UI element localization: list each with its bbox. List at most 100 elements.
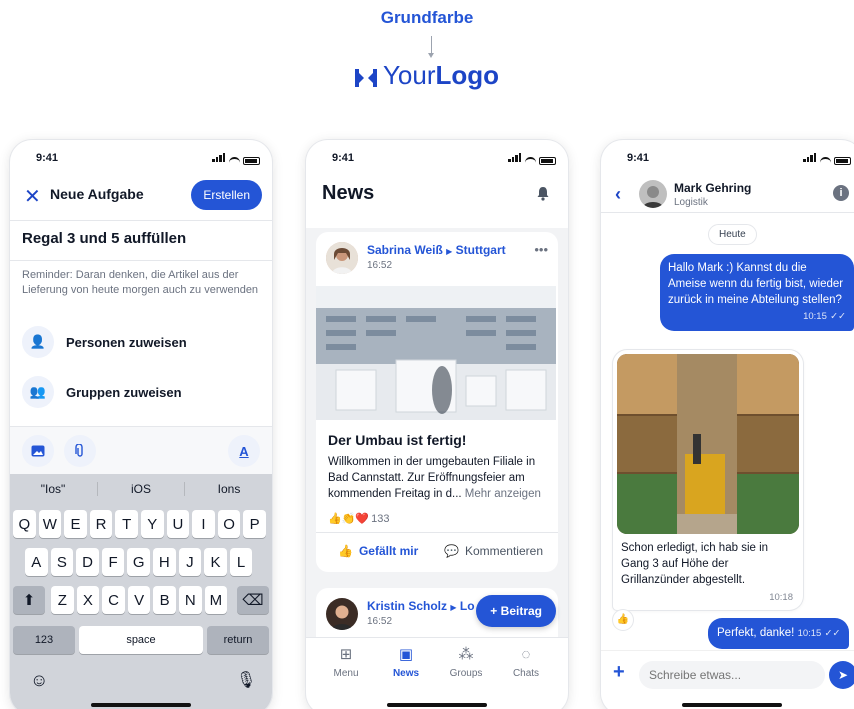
- key-w[interactable]: W: [38, 510, 62, 538]
- post-author[interactable]: Kristin Scholz ▶ Lo: [367, 599, 475, 613]
- home-indicator: [682, 703, 782, 707]
- key-u[interactable]: U: [166, 510, 190, 538]
- signal-icon: [508, 153, 522, 165]
- space-key[interactable]: space: [79, 626, 203, 654]
- key-p[interactable]: P: [243, 510, 266, 538]
- tab-menu[interactable]: ⊞ Menu: [316, 646, 376, 679]
- key-d[interactable]: D: [76, 548, 99, 576]
- groups-icon: ⁂: [458, 646, 474, 663]
- key-z[interactable]: Z: [51, 586, 74, 614]
- home-indicator: [91, 703, 191, 707]
- key-o[interactable]: O: [217, 510, 241, 538]
- message-incoming[interactable]: Schon erledigt, ich hab sie in Gang 3 au…: [613, 350, 803, 610]
- reaction-thumbs-up-icon[interactable]: 👍: [613, 610, 633, 630]
- message-image[interactable]: [617, 354, 799, 534]
- text-format-icon[interactable]: A: [228, 435, 260, 467]
- avatar[interactable]: [326, 598, 358, 630]
- key-f[interactable]: F: [101, 548, 125, 576]
- thumbs-up-icon: 👍: [338, 544, 353, 558]
- post-title: Der Umbau ist fertig!: [328, 432, 467, 448]
- key-x[interactable]: X: [76, 586, 100, 614]
- key-a[interactable]: A: [25, 548, 48, 576]
- assign-people-button[interactable]: 👤 Personen zuweisen: [22, 326, 187, 358]
- attachment-icon[interactable]: [64, 435, 96, 467]
- tab-label: Menu: [333, 668, 359, 679]
- post-location: Lo: [459, 599, 475, 613]
- logo-mark-icon: [354, 63, 377, 94]
- suggestion[interactable]: Ions: [186, 482, 272, 496]
- tab-label: Groups: [449, 668, 483, 679]
- info-icon[interactable]: i: [833, 185, 849, 201]
- page-title: Neue Aufgabe: [50, 186, 144, 202]
- header-title: Grundfarbe: [380, 8, 474, 27]
- divider: [184, 482, 185, 496]
- show-more-link[interactable]: Mehr anzeigen: [465, 488, 541, 500]
- assign-groups-button[interactable]: 👥 Gruppen zuweisen: [22, 376, 182, 408]
- status-bar: 9:41: [601, 150, 854, 170]
- message-outgoing[interactable]: Hallo Mark :) Kannst du die Ameise wenn …: [660, 254, 854, 331]
- key-j[interactable]: J: [178, 548, 202, 576]
- plus-icon[interactable]: +: [613, 661, 625, 684]
- key-l[interactable]: L: [229, 548, 253, 576]
- status-icons: [508, 153, 556, 165]
- key-n[interactable]: N: [179, 586, 202, 614]
- add-person-icon: 👤: [22, 326, 54, 358]
- divider: [10, 220, 272, 221]
- news-post-card[interactable]: Sabrina Weiß ▶ Stuttgart 16:52 ••• Der U…: [316, 232, 558, 572]
- bell-icon[interactable]: [536, 186, 550, 201]
- tab-news[interactable]: ▣ News: [376, 646, 436, 679]
- read-checkmark-icon: ✓✓: [824, 628, 841, 639]
- like-button[interactable]: 👍 Gefällt mir: [338, 544, 418, 558]
- news-phone: 9:41 News Sabrina Weiß ▶ Stuttgart 16:52…: [306, 140, 568, 709]
- close-icon[interactable]: ✕: [24, 184, 41, 209]
- wifi-icon: [525, 157, 536, 165]
- key-b[interactable]: B: [153, 586, 176, 614]
- key-e[interactable]: E: [64, 510, 87, 538]
- key-g[interactable]: G: [127, 548, 150, 576]
- comment-button[interactable]: 💬 Kommentieren: [444, 544, 543, 558]
- wifi-icon: [229, 157, 240, 165]
- send-icon[interactable]: ➤: [829, 661, 854, 689]
- create-button[interactable]: Erstellen: [191, 180, 262, 210]
- key-m[interactable]: M: [204, 586, 228, 614]
- microphone-icon[interactable]: 🎙: [236, 670, 256, 690]
- home-indicator: [387, 703, 487, 707]
- suggestion[interactable]: iOS: [98, 482, 184, 496]
- tab-chats[interactable]: ◌ Chats: [496, 646, 556, 679]
- image-icon[interactable]: [22, 435, 54, 467]
- key-q[interactable]: Q: [13, 510, 36, 538]
- back-icon[interactable]: ‹: [615, 184, 621, 205]
- new-post-button[interactable]: + Beitrag: [476, 595, 556, 627]
- key-v[interactable]: V: [127, 586, 151, 614]
- emoji-icon[interactable]: ☺: [30, 670, 48, 691]
- post-image[interactable]: [316, 286, 556, 420]
- key-i[interactable]: I: [192, 510, 215, 538]
- key-t[interactable]: T: [115, 510, 138, 538]
- message-time: 10:15: [803, 311, 827, 322]
- message-input[interactable]: [639, 661, 825, 689]
- key-r[interactable]: R: [89, 510, 113, 538]
- avatar[interactable]: [639, 180, 667, 208]
- numbers-key[interactable]: 123: [13, 626, 75, 654]
- task-name[interactable]: Regal 3 und 5 auffüllen: [22, 230, 186, 247]
- key-h[interactable]: H: [153, 548, 176, 576]
- backspace-key[interactable]: ⌫: [237, 586, 269, 614]
- key-c[interactable]: C: [102, 586, 125, 614]
- reminder-text[interactable]: Reminder: Daran denken, die Artikel aus …: [22, 268, 262, 298]
- logo: YourLogo: [0, 60, 854, 94]
- tab-groups[interactable]: ⁂ Groups: [436, 646, 496, 679]
- shift-key[interactable]: ⬆: [13, 586, 45, 614]
- suggestion[interactable]: "Ios": [10, 482, 96, 496]
- avatar[interactable]: [326, 242, 358, 274]
- tab-label: News: [392, 668, 420, 679]
- post-author[interactable]: Sabrina Weiß ▶ Stuttgart: [367, 243, 506, 257]
- post-time: 16:52: [367, 260, 393, 271]
- return-key[interactable]: return: [207, 626, 269, 654]
- key-s[interactable]: S: [50, 548, 74, 576]
- signal-icon: [212, 153, 226, 165]
- key-k[interactable]: K: [204, 548, 227, 576]
- key-y[interactable]: Y: [141, 510, 164, 538]
- more-options-icon[interactable]: •••: [534, 242, 548, 257]
- message-outgoing[interactable]: Perfekt, danke! 10:15 ✓✓: [708, 618, 850, 649]
- reactions[interactable]: 👍👏❤️ 133: [328, 512, 389, 526]
